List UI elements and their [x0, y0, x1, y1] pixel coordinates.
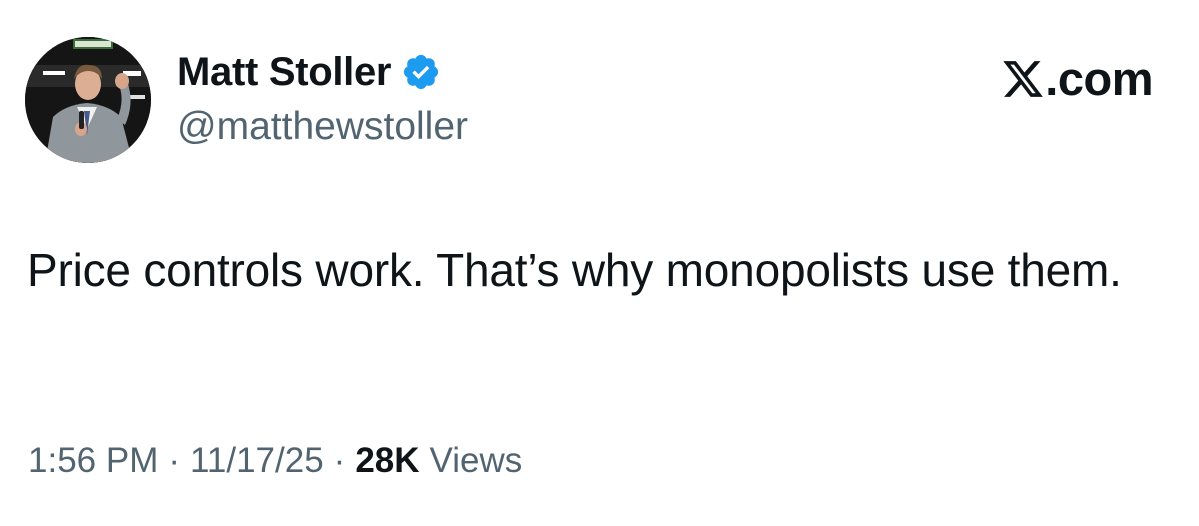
tweet-date[interactable]: 11/17/25: [190, 436, 324, 486]
tweet-card: Matt Stoller @matthewstoller .com Price …: [0, 0, 1199, 526]
name-row: Matt Stoller: [177, 46, 468, 98]
display-name[interactable]: Matt Stoller: [177, 46, 392, 98]
separator: ·: [168, 441, 181, 480]
avatar-photo: [25, 37, 151, 163]
x-logo-icon: [1001, 57, 1045, 101]
views-count: 28K: [355, 441, 420, 480]
brand-domain: .com: [1045, 52, 1153, 105]
tweet-metadata: 1:56 PM · 11/17/25 · 28K Views: [28, 436, 522, 486]
tweet-text: Price controls work. That’s why monopoli…: [27, 244, 1122, 296]
brand: .com: [1001, 52, 1153, 106]
handle[interactable]: @matthewstoller: [177, 102, 468, 152]
verified-badge-icon: [401, 52, 441, 92]
separator: ·: [333, 441, 346, 480]
tweet-time[interactable]: 1:56 PM: [28, 436, 158, 486]
avatar[interactable]: [25, 37, 151, 163]
views-label: Views: [429, 441, 523, 480]
author-block: Matt Stoller @matthewstoller: [177, 46, 468, 152]
